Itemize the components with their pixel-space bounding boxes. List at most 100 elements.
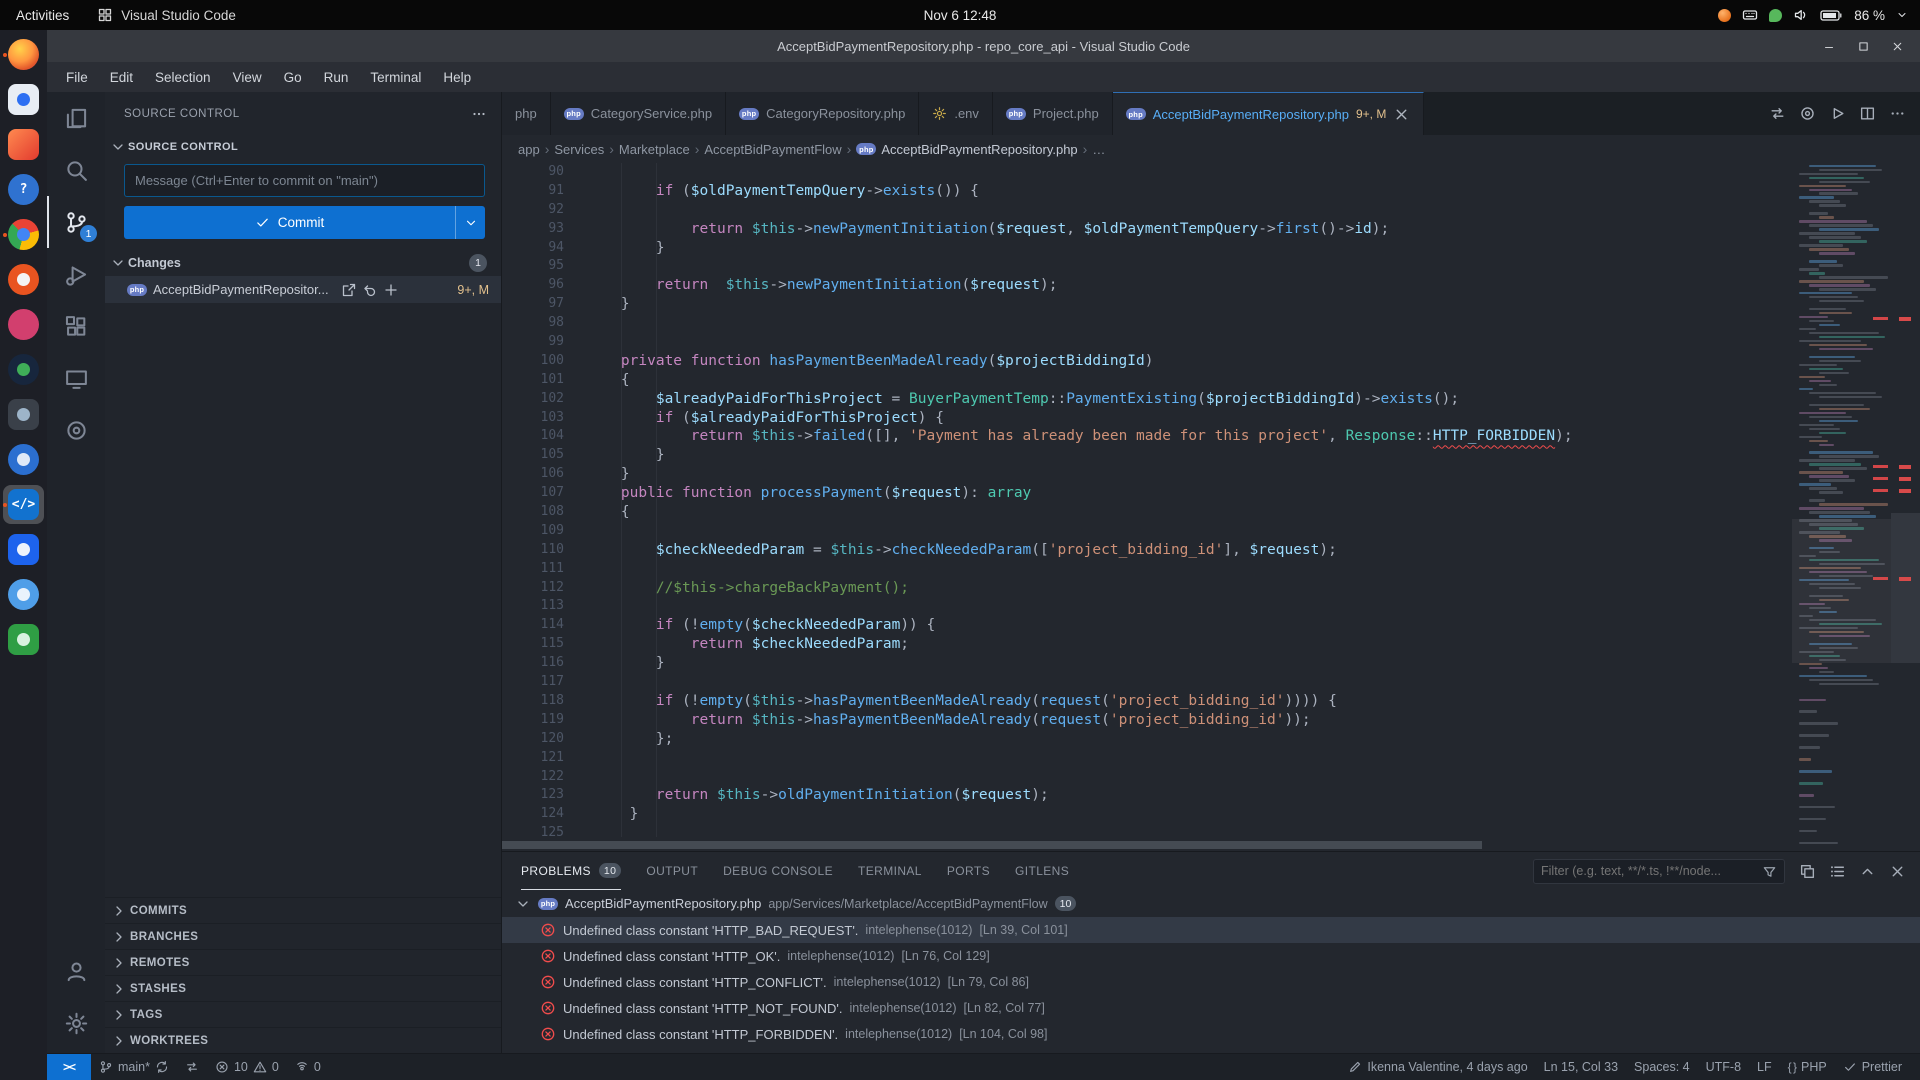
maximize-button[interactable] — [1848, 31, 1878, 61]
maximize-panel-icon[interactable] — [1859, 863, 1876, 880]
panel-tab-debug-console[interactable]: DEBUG CONSOLE — [723, 852, 833, 890]
breadcrumb-acceptbidpaymentrepository-php[interactable]: phpAcceptBidPaymentRepository.php — [856, 142, 1077, 157]
section-tags[interactable]: TAGS — [105, 1001, 501, 1027]
activitybar-source-control[interactable]: 1 — [47, 196, 105, 248]
status-problems[interactable]: 100 — [207, 1054, 287, 1080]
remote-indicator[interactable]: >< — [47, 1054, 91, 1080]
code-line-124[interactable]: 124 } — [502, 805, 1792, 824]
status-compare[interactable] — [177, 1054, 207, 1080]
code-line-105[interactable]: 105 } — [502, 446, 1792, 465]
code-line-113[interactable]: 113 — [502, 597, 1792, 616]
panel-tab-problems[interactable]: PROBLEMS10 — [521, 852, 621, 890]
focused-app[interactable]: Visual Studio Code — [97, 7, 236, 23]
activitybar-gitlens[interactable] — [47, 404, 105, 456]
dock-web-app[interactable] — [3, 350, 44, 389]
commit-button[interactable]: Commit — [124, 206, 456, 239]
code-line-114[interactable]: 114 if (!empty($checkNeededParam)) { — [502, 616, 1792, 635]
activitybar-search[interactable] — [47, 144, 105, 196]
status-branch[interactable]: main* — [91, 1054, 177, 1080]
discard-changes-icon[interactable] — [362, 282, 378, 298]
close-window-button[interactable] — [1882, 31, 1912, 61]
editor-action-open-changes[interactable] — [1769, 105, 1786, 122]
code-line-123[interactable]: 123 return $this->oldPaymentInitiation($… — [502, 786, 1792, 805]
menu-help[interactable]: Help — [432, 62, 482, 92]
problems-filter[interactable] — [1533, 859, 1785, 884]
menu-view[interactable]: View — [222, 62, 273, 92]
view-mode-icon[interactable] — [1829, 863, 1846, 880]
menu-terminal[interactable]: Terminal — [359, 62, 432, 92]
tab-project-php[interactable]: phpProject.php — [993, 92, 1113, 135]
code-line-110[interactable]: 110 $checkNeededParam = $this->checkNeed… — [502, 541, 1792, 560]
code-line-96[interactable]: 96 return $this->newPaymentInitiation($r… — [502, 276, 1792, 295]
activitybar-manage[interactable] — [47, 997, 105, 1049]
menu-selection[interactable]: Selection — [144, 62, 222, 92]
panel-tab-gitlens[interactable]: GITLENS — [1015, 852, 1069, 890]
code-editor[interactable]: 9091 if ($oldPaymentTempQuery->exists())… — [502, 163, 1920, 851]
status-language[interactable]: { }PHP — [1780, 1054, 1835, 1080]
code-line-107[interactable]: 107 public function processPayment($requ… — [502, 484, 1792, 503]
stage-changes-icon[interactable] — [383, 282, 399, 298]
dock-firefox[interactable] — [3, 35, 44, 74]
problem-row-4[interactable]: Undefined class constant 'HTTP_NOT_FOUND… — [502, 995, 1920, 1021]
dock-vscode[interactable]: </> — [3, 485, 44, 524]
tab-categoryservice-php[interactable]: phpCategoryService.php — [551, 92, 726, 135]
system-indicators[interactable]: 86 % — [1718, 7, 1920, 23]
code-line-120[interactable]: 120 }; — [502, 730, 1792, 749]
menu-run[interactable]: Run — [313, 62, 360, 92]
dock-mail[interactable] — [3, 125, 44, 164]
code-line-97[interactable]: 97 } — [502, 295, 1792, 314]
code-line-95[interactable]: 95 — [502, 257, 1792, 276]
commit-dropdown-button[interactable] — [456, 206, 485, 239]
status-prettier[interactable]: Prettier — [1835, 1054, 1910, 1080]
menu-edit[interactable]: Edit — [99, 62, 144, 92]
code-line-121[interactable]: 121 — [502, 749, 1792, 768]
menu-file[interactable]: File — [55, 62, 99, 92]
status-encoding[interactable]: UTF-8 — [1698, 1054, 1749, 1080]
code-line-117[interactable]: 117 — [502, 673, 1792, 692]
code-line-116[interactable]: 116 } — [502, 654, 1792, 673]
code-line-91[interactable]: 91 if ($oldPaymentTempQuery->exists()) { — [502, 182, 1792, 201]
activitybar-extensions[interactable] — [47, 300, 105, 352]
code-line-102[interactable]: 102 $alreadyPaidForThisProject = BuyerPa… — [502, 390, 1792, 409]
code-line-90[interactable]: 90 — [502, 163, 1792, 182]
editor-action-split-editor[interactable] — [1859, 105, 1876, 122]
problem-row-1[interactable]: Undefined class constant 'HTTP_BAD_REQUE… — [502, 917, 1920, 943]
menu-go[interactable]: Go — [273, 62, 313, 92]
dock-blue-flake[interactable] — [3, 575, 44, 614]
panel-tab-ports[interactable]: PORTS — [947, 852, 990, 890]
code-line-111[interactable]: 111 — [502, 560, 1792, 579]
tab-env[interactable]: .env — [919, 92, 993, 135]
status-ports[interactable]: 0 — [287, 1054, 329, 1080]
code-line-98[interactable]: 98 — [502, 314, 1792, 333]
changes-section-header[interactable]: Changes 1 — [105, 250, 501, 276]
close-tab-icon[interactable] — [1393, 106, 1410, 123]
tab-php[interactable]: php — [502, 92, 551, 135]
section-remotes[interactable]: REMOTES — [105, 949, 501, 975]
changed-file-row[interactable]: php AcceptBidPaymentRepositor... 9+, M — [105, 276, 501, 303]
close-panel-icon[interactable] — [1889, 863, 1906, 880]
code-line-106[interactable]: 106 } — [502, 465, 1792, 484]
problem-row-2[interactable]: Undefined class constant 'HTTP_OK'.intel… — [502, 943, 1920, 969]
tab-acceptbidpaymentrepository-php[interactable]: phpAcceptBidPaymentRepository.php9+, M — [1113, 92, 1425, 135]
code-line-112[interactable]: 112 //$this->chargeBackPayment(); — [502, 579, 1792, 598]
editor-action-more-actions[interactable] — [1889, 105, 1906, 122]
section-branches[interactable]: BRANCHES — [105, 923, 501, 949]
problem-row-3[interactable]: Undefined class constant 'HTTP_CONFLICT'… — [502, 969, 1920, 995]
activitybar-remote-explorer[interactable] — [47, 352, 105, 404]
problems-file-group[interactable]: php AcceptBidPaymentRepository.php app/S… — [502, 890, 1920, 917]
breadcrumb-item[interactable]: … — [1092, 142, 1105, 157]
hscroll-thumb[interactable] — [502, 841, 1482, 849]
dock-media-app[interactable] — [3, 305, 44, 344]
open-file-icon[interactable] — [341, 282, 357, 298]
vertical-scrollbar[interactable] — [1891, 513, 1920, 663]
code-line-92[interactable]: 92 — [502, 201, 1792, 220]
activitybar-explorer[interactable] — [47, 92, 105, 144]
editor-action-gitlens-graph[interactable] — [1799, 105, 1816, 122]
dock-remote-desktop[interactable] — [3, 395, 44, 434]
panel-tab-output[interactable]: OUTPUT — [646, 852, 698, 890]
section-worktrees[interactable]: WORKTREES — [105, 1027, 501, 1053]
status-indentation[interactable]: Spaces: 4 — [1626, 1054, 1698, 1080]
code-line-99[interactable]: 99 — [502, 333, 1792, 352]
activitybar-run-debug[interactable] — [47, 248, 105, 300]
code-line-100[interactable]: 100 private function hasPaymentBeenMadeA… — [502, 352, 1792, 371]
